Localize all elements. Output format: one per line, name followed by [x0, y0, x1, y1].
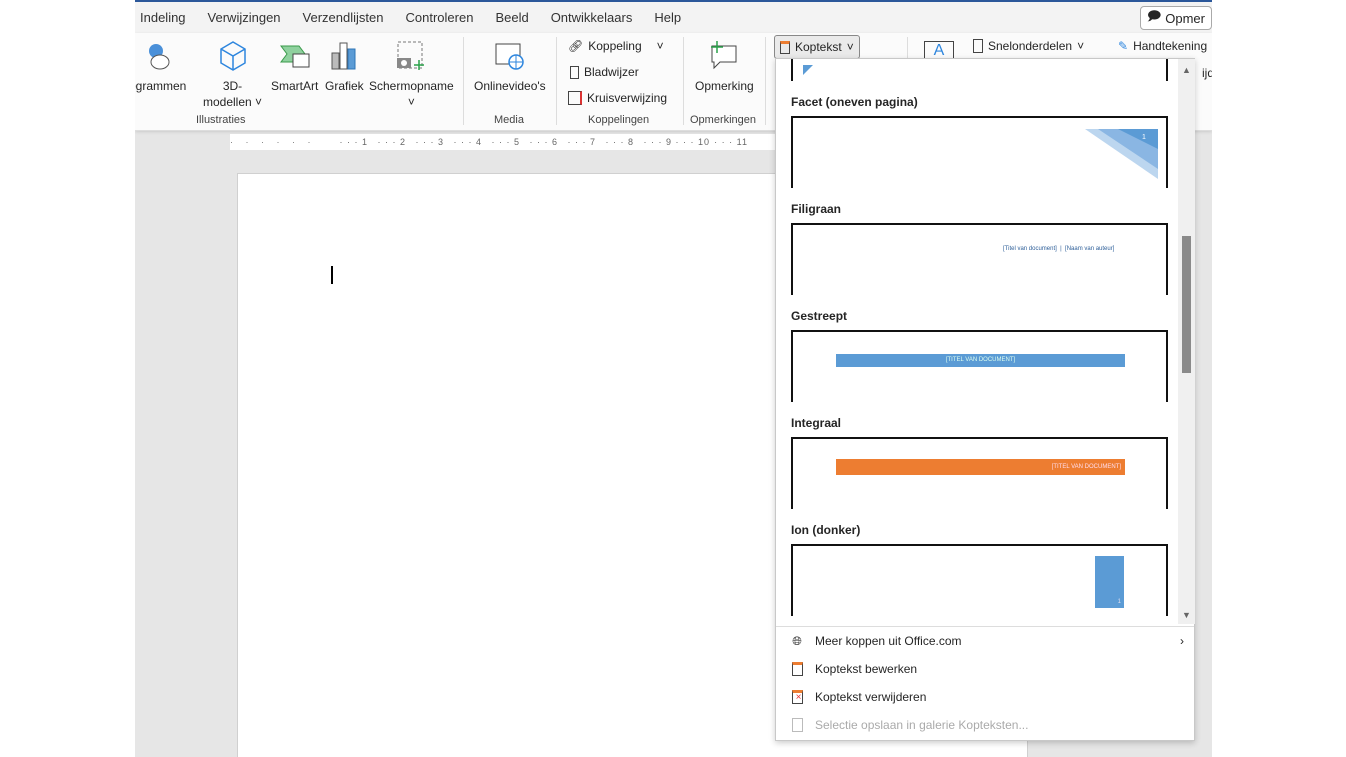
chevron-right-icon: › [1180, 634, 1184, 648]
header-menu: 🌐︎ Meer koppen uit Office.com › Koptekst b… [776, 626, 1194, 739]
tab-controleren[interactable]: Controleren [395, 10, 485, 25]
gallery-item-label: Ion (donker) [791, 523, 861, 537]
ruler-tick: · · · 6 [529, 137, 558, 147]
gallery-item-label: Gestreept [791, 309, 848, 323]
3d-models-button[interactable]: 3D- modellen ˅ [203, 38, 262, 110]
tab-help[interactable]: Help [643, 10, 692, 25]
group-label-koppelingen: Koppelingen [588, 114, 650, 126]
gallery-item-label: Facet (oneven pagina) [791, 95, 918, 109]
chart-button[interactable]: Grafiek [325, 38, 364, 94]
bookmark-icon [570, 65, 579, 79]
ruler-tick: · · · 4 [453, 137, 482, 147]
divider [683, 37, 684, 125]
ruler-tick: · · · 7 [567, 137, 596, 147]
header-button[interactable]: Koptekst ˅ [774, 35, 860, 59]
header-gallery-dropdown: Facet (oneven pagina) 1 Filigraan [Titel… [775, 58, 1195, 741]
gallery-item-ion-donker[interactable]: 1 [791, 544, 1168, 616]
ruler-tick: · · · 2 [377, 137, 406, 147]
header-gallery: Facet (oneven pagina) 1 Filigraan [Titel… [776, 59, 1178, 624]
smartart-icon [278, 38, 312, 74]
ruler-tick: · · · 5 [491, 137, 520, 147]
group-label-opmerkingen: Opmerkingen [690, 114, 757, 126]
remove-header-icon: × [789, 689, 805, 705]
save-gallery-icon [789, 717, 805, 733]
tab-ontwikkelaars[interactable]: Ontwikkelaars [540, 10, 644, 25]
online-video-icon [493, 38, 527, 74]
gallery-item-label: Integraal [791, 416, 842, 430]
gallery-item-gestreept[interactable]: [TITEL VAN DOCUMENT] [791, 330, 1168, 402]
menu-item-remove-header[interactable]: × Koptekst verwijderen [776, 683, 1194, 711]
quick-parts-icon [973, 39, 983, 53]
menu-item-edit-header[interactable]: Koptekst bewerken [776, 655, 1194, 683]
tab-verwijzingen[interactable]: Verwijzingen [197, 10, 292, 25]
comment-button[interactable]: Opmerking [695, 38, 754, 94]
ruler-tick: · · · 1 [339, 137, 368, 147]
gallery-item-label: Filigraan [791, 202, 842, 216]
globe-icon: 🌐︎ [792, 633, 802, 648]
link-icon: 🔗︎ [568, 39, 584, 53]
header-icon [780, 40, 790, 54]
divider [556, 37, 557, 125]
tab-beeld[interactable]: Beeld [484, 10, 539, 25]
link-button[interactable]: 🔗︎ Koppeling ˅ [568, 39, 664, 53]
menu-item-more-headers[interactable]: 🌐︎ Meer koppen uit Office.com › [776, 627, 1194, 655]
comments-button[interactable]: 🗩 Opmer [1139, 6, 1212, 30]
comment-icon: 🗩 [1146, 8, 1162, 23]
bookmark-button[interactable]: Bladwijzer [570, 65, 639, 79]
edit-header-icon [789, 661, 805, 677]
icons-button[interactable]: ictogrammen [135, 38, 186, 94]
ruler-tick: · · · 10 [675, 137, 710, 147]
cube-icon [216, 38, 250, 74]
menu-item-save-selection: Selectie opslaan in galerie Kopteksten..… [776, 711, 1194, 739]
smartart-button[interactable]: SmartArt [271, 38, 318, 94]
divider [765, 37, 766, 125]
divider [463, 37, 464, 125]
cross-reference-icon [568, 91, 582, 105]
ruler-tick: · · · 11 [714, 137, 748, 147]
ribbon-tabs: Indeling Verwijzingen Verzendlijsten Con… [135, 2, 1212, 33]
ruler-tick: · · · 8 [605, 137, 634, 147]
tab-indeling[interactable]: Indeling [135, 10, 197, 25]
gallery-scrollbar[interactable]: ▲ ▼ [1178, 59, 1195, 624]
cross-reference-button[interactable]: Kruisverwijzing [568, 91, 667, 105]
ruler-tick: · · · 9 [643, 137, 672, 147]
group-label-illustraties: Illustraties [196, 114, 246, 126]
signature-button[interactable]: ✎ Handtekening [1118, 39, 1207, 53]
text-cursor [331, 266, 333, 284]
gallery-item-filigraan[interactable]: [Titel van document] | [Naam van auteur] [791, 223, 1168, 295]
screenshot-icon [394, 38, 428, 74]
scroll-down-icon[interactable]: ▼ [1182, 610, 1191, 620]
screenshot-button[interactable]: Schermopname ˅ [369, 38, 454, 110]
quick-parts-button[interactable]: Snelonderdelen ˅ [973, 39, 1084, 53]
gallery-item-integraal[interactable]: [TITEL VAN DOCUMENT] [791, 437, 1168, 509]
new-comment-icon [707, 38, 741, 74]
tab-verzendlijsten[interactable]: Verzendlijsten [292, 10, 395, 25]
scrollbar-thumb[interactable] [1182, 236, 1191, 373]
chevron-down-icon: ˅ [656, 39, 664, 53]
group-label-media: Media [494, 114, 524, 126]
scroll-up-icon[interactable]: ▲ [1182, 65, 1191, 75]
ruler: · · · · · · · · · 1 · · · 2 · · · 3 · · · 4 ·… [230, 134, 775, 150]
signature-icon: ✎ [1118, 39, 1129, 53]
online-video-button[interactable]: Onlinevideo's [474, 38, 546, 94]
gallery-item-previous[interactable] [791, 59, 1168, 81]
gallery-item-facet[interactable]: 1 [791, 116, 1168, 188]
chart-icon [327, 38, 361, 74]
ruler-tick: · · · 3 [415, 137, 444, 147]
icons-icon [140, 38, 174, 74]
date-time-button[interactable]: ijd [1202, 66, 1212, 80]
